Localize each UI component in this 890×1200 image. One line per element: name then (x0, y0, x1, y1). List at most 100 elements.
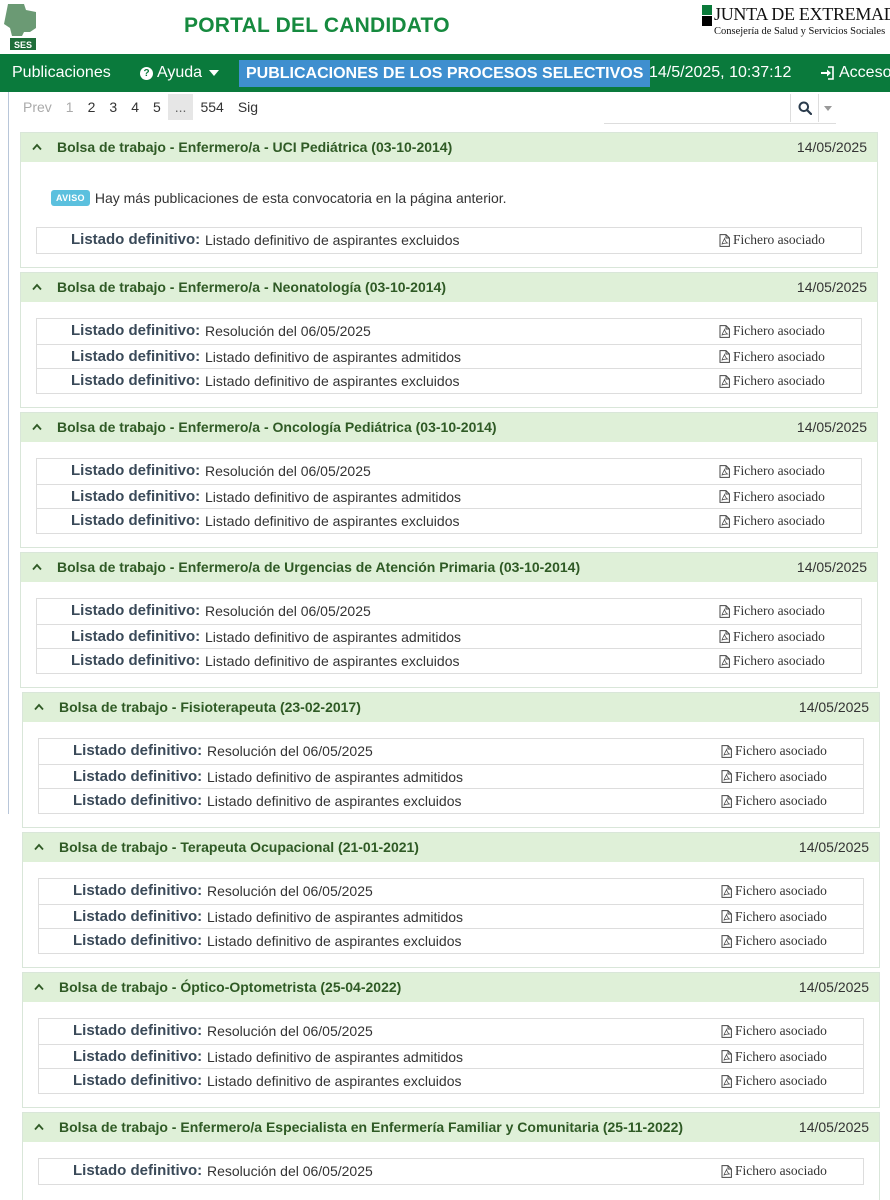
panel-title[interactable]: Bolsa de trabajo - Enfermero/a de Urgenc… (57, 553, 580, 582)
pdf-file-icon (721, 884, 732, 898)
pdf-file-icon (719, 514, 730, 528)
search-options-dropdown[interactable] (818, 94, 836, 122)
publication-rows: Listado definitivo: Resolución del 06/05/… (38, 738, 864, 814)
panel-date: 14/05/2025 (796, 559, 867, 575)
panel-title[interactable]: Bolsa de trabajo - Óptico-Optometrista (… (59, 973, 401, 1002)
associated-file-label: Fichero asociado (733, 463, 825, 478)
associated-file-link[interactable]: Fichero asociado (719, 319, 825, 343)
panel-title[interactable]: Bolsa de trabajo - Enfermero/a - UCI Ped… (57, 133, 452, 162)
panel-title[interactable]: Bolsa de trabajo - Enfermero/a Especiali… (59, 1113, 683, 1142)
search-button[interactable] (790, 94, 818, 122)
panel-title[interactable]: Bolsa de trabajo - Fisioterapeuta (23-02… (59, 693, 361, 722)
chevron-up-icon[interactable] (34, 702, 44, 712)
panel-header[interactable]: Bolsa de trabajo - Óptico-Optometrista (… (23, 973, 879, 1002)
associated-file-link[interactable]: Fichero asociado (719, 625, 825, 649)
search-input[interactable] (604, 94, 786, 122)
associated-file-link[interactable]: Fichero asociado (719, 509, 825, 533)
pagination-page-last[interactable]: 554 (193, 94, 230, 120)
pagination-next[interactable]: Sig (231, 94, 265, 120)
associated-file-label: Fichero asociado (735, 908, 827, 924)
pagination: Prev 1 2 3 4 5 ... 554 Sig (16, 94, 265, 120)
associated-file-link[interactable]: Fichero asociado (721, 1019, 827, 1043)
chevron-up-icon[interactable] (34, 1122, 44, 1132)
associated-file-link[interactable]: Fichero asociado (721, 1159, 827, 1183)
chevron-up-icon[interactable] (32, 282, 42, 292)
associated-file-link[interactable]: Fichero asociado (721, 905, 827, 929)
row-label: Listado definitivo: (73, 767, 203, 785)
nav-ayuda-dropdown[interactable]: ? Ayuda (140, 54, 220, 92)
panel-date: 14/05/2025 (798, 1119, 869, 1135)
publication-row: Listado definitivo: Listado definitivo de… (39, 903, 863, 929)
publication-panel: Bolsa de trabajo - Enfermero/a de Urgenc… (20, 552, 878, 688)
panel-header[interactable]: Bolsa de trabajo - Enfermero/a - Neonato… (21, 273, 877, 302)
associated-file-link[interactable]: Fichero asociado (721, 879, 827, 903)
associated-file-link[interactable]: Fichero asociado (719, 599, 825, 623)
panel-header[interactable]: Bolsa de trabajo - Enfermero/a - UCI Ped… (21, 133, 877, 162)
associated-file-label: Fichero asociado (735, 743, 827, 758)
caret-down-icon (209, 70, 220, 76)
row-description: Listado definitivo de aspirantes admitid… (207, 908, 464, 925)
pagination-prev[interactable]: Prev (16, 94, 59, 120)
publication-panel: Bolsa de trabajo - Enfermero/a - Oncolog… (20, 412, 878, 548)
nav-acceso[interactable]: Acceso (820, 54, 890, 92)
publication-row: Listado definitivo: Resolución del 06/05/… (39, 879, 863, 904)
publication-rows: Listado definitivo: Listado definitivo de… (36, 227, 862, 254)
chevron-up-icon[interactable] (34, 982, 44, 992)
associated-file-label: Fichero asociado (733, 373, 825, 388)
junta-logo[interactable]: JUNTA DE EXTREMADURA Consejería de Salud… (702, 4, 890, 50)
pdf-file-icon (721, 794, 732, 808)
associated-file-label: Fichero asociado (735, 883, 827, 898)
panel-date: 14/05/2025 (796, 279, 867, 295)
chevron-up-icon[interactable] (34, 842, 44, 852)
pdf-file-icon (721, 1024, 732, 1038)
panel-title[interactable]: Bolsa de trabajo - Enfermero/a - Neonato… (57, 273, 446, 302)
associated-file-link[interactable]: Fichero asociado (719, 459, 825, 483)
panel-header[interactable]: Bolsa de trabajo - Enfermero/a Especiali… (23, 1113, 879, 1142)
nav-acceso-label: Acceso (839, 64, 890, 81)
panel-header[interactable]: Bolsa de trabajo - Fisioterapeuta (23-02… (23, 693, 879, 722)
associated-file-link[interactable]: Fichero asociado (719, 369, 825, 393)
associated-file-link[interactable]: Fichero asociado (721, 1045, 827, 1069)
associated-file-link[interactable]: Fichero asociado (721, 1069, 827, 1093)
chevron-up-icon[interactable] (32, 142, 42, 152)
associated-file-link[interactable]: Fichero asociado (719, 228, 825, 252)
panel-title[interactable]: Bolsa de trabajo - Enfermero/a - Oncolog… (57, 413, 497, 442)
associated-file-label: Fichero asociado (733, 628, 825, 644)
nav-publicaciones[interactable]: Publicaciones (12, 54, 111, 92)
associated-file-link[interactable]: Fichero asociado (719, 345, 825, 369)
chevron-up-icon[interactable] (32, 562, 42, 572)
pagination-page-4[interactable]: 4 (124, 94, 146, 120)
pdf-file-icon (721, 1050, 732, 1063)
publication-panel: Bolsa de trabajo - Fisioterapeuta (23-02… (22, 692, 880, 828)
row-label: Listado definitivo: (73, 742, 203, 759)
associated-file-label: Fichero asociado (733, 488, 825, 504)
pagination-page-5[interactable]: 5 (146, 94, 168, 120)
associated-file-link[interactable]: Fichero asociado (719, 649, 825, 673)
panel-header[interactable]: Bolsa de trabajo - Enfermero/a de Urgenc… (21, 553, 877, 582)
pagination-page-1[interactable]: 1 (59, 94, 81, 120)
panel-date: 14/05/2025 (796, 139, 867, 155)
associated-file-link[interactable]: Fichero asociado (721, 765, 827, 789)
left-border-rule (8, 92, 9, 814)
pagination-page-3[interactable]: 3 (102, 94, 124, 120)
page-header: SES PORTAL DEL CANDIDATO JUNTA DE EXTREM… (0, 0, 890, 54)
pdf-file-icon (721, 1164, 732, 1178)
row-label: Listado definitivo: (73, 792, 203, 809)
panel-header[interactable]: Bolsa de trabajo - Enfermero/a - Oncolog… (21, 413, 877, 442)
publication-row: Listado definitivo: Listado definitivo de… (37, 343, 861, 369)
panel-header[interactable]: Bolsa de trabajo - Terapeuta Ocupacional… (23, 833, 879, 862)
row-label: Listado definitivo: (71, 322, 201, 339)
associated-file-link[interactable]: Fichero asociado (721, 739, 827, 763)
associated-file-link[interactable]: Fichero asociado (721, 929, 827, 953)
chevron-up-icon[interactable] (32, 422, 42, 432)
panel-title[interactable]: Bolsa de trabajo - Terapeuta Ocupacional… (59, 833, 419, 862)
pagination-page-2[interactable]: 2 (81, 94, 103, 120)
associated-file-link[interactable]: Fichero asociado (721, 789, 827, 813)
associated-file-link[interactable]: Fichero asociado (719, 485, 825, 509)
publication-rows: Listado definitivo: Resolución del 06/05/… (38, 1018, 864, 1094)
nav-active-section[interactable]: PUBLICACIONES DE LOS PROCESOS SELECTIVOS (239, 60, 651, 87)
row-description: Resolución del 06/05/2025 (207, 1163, 373, 1179)
pdf-file-icon (719, 654, 730, 668)
ses-logo[interactable]: SES (2, 2, 40, 52)
publication-row: Listado definitivo: Listado definitivo de… (39, 763, 863, 789)
